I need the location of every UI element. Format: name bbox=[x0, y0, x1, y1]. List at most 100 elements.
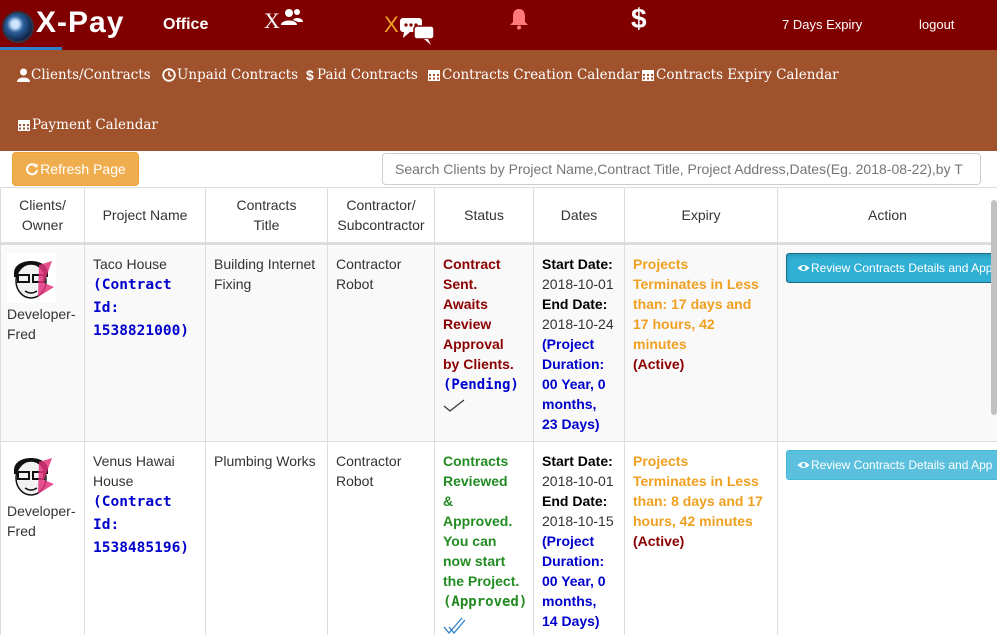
status-text: Contract bbox=[443, 256, 501, 272]
contract-id-text: 1538485196) bbox=[93, 540, 190, 556]
expiry-state: (Active) bbox=[633, 533, 685, 549]
expiry-text: Terminates in Less bbox=[633, 276, 759, 292]
clock-icon bbox=[162, 68, 176, 82]
duration-text: months, bbox=[542, 396, 597, 412]
vertical-scrollbar[interactable] bbox=[991, 200, 997, 415]
expiry-text: Terminates in Less bbox=[633, 473, 759, 489]
expiry-text: than: 17 days and bbox=[633, 296, 752, 312]
start-date-label: Start Date: bbox=[542, 453, 613, 469]
project-name: Venus Hawai bbox=[93, 453, 175, 469]
duration-text: 14 Days) bbox=[542, 613, 600, 629]
contract-title: Plumbing Works bbox=[214, 453, 316, 469]
user-icon bbox=[17, 68, 30, 82]
calendar-icon bbox=[642, 70, 654, 81]
contract-id-text: Id: bbox=[93, 517, 120, 533]
nav-7-days-expiry[interactable]: 7 Days Expiry bbox=[782, 17, 862, 32]
expiry-text: Projects bbox=[633, 256, 689, 272]
subnav-paid-contracts[interactable]: $ Paid Contracts bbox=[306, 67, 418, 83]
expiry-text: Projects bbox=[633, 453, 689, 469]
dates-cell: Start Date: 2018-10-01 End Date: 2018-10… bbox=[534, 245, 625, 441]
header-clients-owner: Clients/Owner bbox=[0, 188, 85, 242]
subnav-label: Contracts Expiry Calendar bbox=[656, 67, 839, 83]
comments-icon bbox=[399, 18, 435, 45]
nav-messages[interactable]: X bbox=[384, 12, 435, 46]
header-text: Clients/ bbox=[19, 197, 66, 213]
status-text: Approved. bbox=[443, 513, 513, 529]
duration-text: (Project bbox=[542, 336, 595, 352]
subnav-contracts-expiry-calendar[interactable]: Contracts Expiry Calendar bbox=[641, 67, 839, 83]
status-text: You can bbox=[443, 533, 497, 549]
subnav-unpaid-contracts[interactable]: Unpaid Contracts bbox=[162, 67, 298, 83]
expiry-text: 17 hours, 42 bbox=[633, 316, 715, 332]
expiry-cell: Projects Terminates in Less than: 8 days… bbox=[625, 442, 778, 635]
status-text: Sent. bbox=[443, 276, 478, 292]
status-text: now start bbox=[443, 553, 506, 569]
review-contract-button[interactable]: Review Contracts Details and App bbox=[786, 253, 997, 283]
status-text: the Project. bbox=[443, 573, 520, 589]
nav-clients[interactable]: X bbox=[264, 8, 304, 34]
contract-id-text: (Contract bbox=[93, 494, 172, 510]
header-contracts-title: Contracts Title bbox=[206, 188, 328, 242]
refresh-label: Refresh Page bbox=[40, 161, 126, 177]
status-text: Contracts bbox=[443, 453, 509, 469]
status-text: by Clients. bbox=[443, 356, 514, 372]
owner-cell: Developer- Fred bbox=[0, 442, 85, 635]
subnav-label: Unpaid Contracts bbox=[177, 67, 299, 83]
review-contract-button[interactable]: Review Contracts Details and App bbox=[786, 450, 997, 480]
duration-text: Duration: bbox=[542, 553, 605, 569]
logo-globe-icon bbox=[2, 11, 34, 43]
header-text: Title bbox=[253, 217, 280, 233]
subnav-label: Clients/Contracts bbox=[31, 67, 151, 83]
duration-text: (Project bbox=[542, 533, 595, 549]
dates-cell: Start Date: 2018-10-01 End Date: 2018-10… bbox=[534, 442, 625, 635]
contract-id-text: (Contract bbox=[93, 277, 172, 293]
owner-text: Developer- bbox=[7, 306, 76, 322]
project-name: House bbox=[93, 473, 134, 489]
double-check-icon bbox=[443, 617, 465, 635]
subnav-contracts-creation-calendar[interactable]: Contracts Creation Calendar bbox=[427, 67, 639, 83]
eye-icon bbox=[797, 265, 810, 271]
nav-office[interactable]: Office bbox=[163, 16, 208, 34]
project-cell: Venus Hawai House (Contract Id: 15384851… bbox=[85, 442, 206, 635]
search-input[interactable] bbox=[382, 153, 981, 185]
owner-text: Fred bbox=[7, 523, 36, 539]
contract-id-text: Id: bbox=[93, 300, 120, 316]
eye-icon bbox=[797, 462, 810, 468]
brand-logo[interactable]: X-Pay bbox=[36, 6, 124, 40]
expiry-text: hours, 42 minutes bbox=[633, 513, 753, 529]
review-button-label: Review Contracts Details and App bbox=[811, 458, 993, 472]
status-badge: (Approved) bbox=[443, 594, 528, 610]
status-text: Review bbox=[443, 316, 492, 332]
clients-x-label: X bbox=[264, 8, 280, 33]
contract-id: (Contract Id: 1538821000) bbox=[93, 277, 189, 339]
owner-text: Fred bbox=[7, 326, 36, 342]
top-navbar: X-Pay Office X X $ 7 Days Expiry logout bbox=[0, 0, 997, 50]
subnav-label: Payment Calendar bbox=[32, 117, 158, 133]
subnav-clients-contracts[interactable]: Clients/Contracts bbox=[17, 67, 151, 83]
project-name: Taco House bbox=[93, 256, 167, 272]
bell-icon[interactable] bbox=[509, 8, 529, 30]
duration-text: 00 Year, 0 bbox=[542, 376, 606, 392]
header-text: Subcontractor bbox=[337, 217, 425, 233]
header-text: Contracts bbox=[236, 197, 297, 213]
dollar-icon: $ bbox=[306, 68, 314, 83]
contract-id-text: 1538821000) bbox=[93, 323, 190, 339]
refresh-page-button[interactable]: Refresh Page bbox=[12, 152, 139, 186]
contractor-name: Robot bbox=[336, 473, 374, 489]
status-text: Approval bbox=[443, 336, 504, 352]
status-text: Awaits bbox=[443, 296, 488, 312]
end-date-label: End Date: bbox=[542, 296, 608, 312]
logout-link[interactable]: logout bbox=[919, 17, 954, 32]
status-cell: Contracts Reviewed & Approved. You can n… bbox=[435, 442, 534, 635]
contractor-name: Robot bbox=[336, 276, 374, 292]
subnav-payment-calendar[interactable]: Payment Calendar bbox=[17, 117, 158, 133]
dollar-icon[interactable]: $ bbox=[631, 3, 647, 35]
header-text: Owner bbox=[21, 217, 64, 233]
status-cell: Contract Sent. Awaits Review Approval by… bbox=[435, 245, 534, 441]
status-text: & bbox=[443, 493, 454, 509]
end-date: 2018-10-24 bbox=[542, 316, 614, 332]
duration-text: months, bbox=[542, 593, 597, 609]
table-header: Clients/Owner Project Name Contracts Titl… bbox=[0, 187, 997, 244]
table-row: Developer- Fred Venus Hawai House (Contr… bbox=[0, 441, 997, 635]
calendar-icon bbox=[428, 70, 440, 81]
